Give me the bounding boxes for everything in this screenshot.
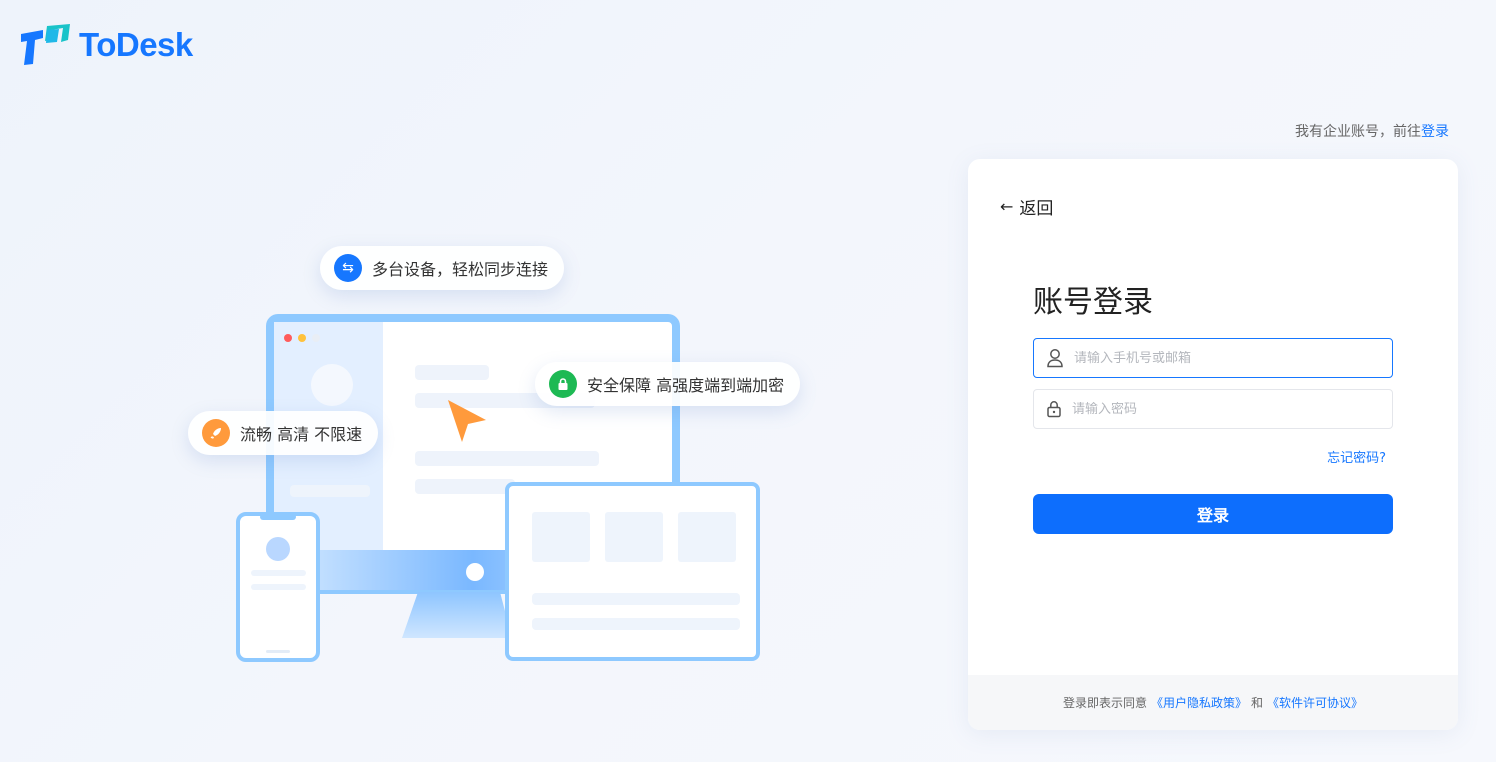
user-icon: [1047, 349, 1063, 368]
swap-arrows-icon: ⇆: [334, 254, 362, 282]
rocket-icon: [202, 419, 230, 447]
back-button[interactable]: ← 返回: [1000, 194, 1053, 219]
devices-illustration: [236, 314, 760, 662]
feature-smooth-label: 流畅 高清 不限速: [240, 425, 363, 444]
enterprise-login-text: 我有企业账号，前往: [1295, 124, 1421, 140]
password-input[interactable]: [1072, 401, 1372, 417]
brand-name: ToDesk: [79, 26, 193, 63]
todesk-logo-icon: [21, 24, 70, 65]
back-label: 返回: [1019, 199, 1054, 219]
enterprise-login-link[interactable]: 登录: [1421, 124, 1449, 140]
hero-illustration: ⇆ 多台设备，轻松同步连接 安全保障 高强度端到端加密 流畅 高清 不限速: [180, 230, 860, 680]
license-agreement-link[interactable]: 《软件许可协议》: [1267, 694, 1363, 711]
agreement-prefix: 登录即表示同意: [1062, 696, 1147, 710]
agreement-footer: 登录即表示同意 《用户隐私政策》 和 《软件许可协议》: [968, 675, 1458, 730]
enterprise-login-hint: 我有企业账号，前往登录: [1295, 121, 1449, 141]
feature-pill-smooth: 流畅 高清 不限速: [188, 411, 379, 455]
account-input[interactable]: [1074, 350, 1374, 366]
privacy-policy-link[interactable]: 《用户隐私政策》: [1151, 694, 1247, 711]
feature-sync-label: 多台设备，轻松同步连接: [372, 260, 549, 279]
forgot-password-link[interactable]: 忘记密码?: [1327, 447, 1386, 466]
agreement-and: 和: [1251, 696, 1264, 710]
login-button[interactable]: 登录: [1033, 494, 1393, 534]
feature-pill-secure: 安全保障 高强度端到端加密: [535, 362, 801, 406]
login-card: ← 返回 账号登录 忘记密码? 登录 登录即表示同意 《用户隐私政策》 和 《软…: [968, 159, 1458, 730]
feature-secure-label: 安全保障 高强度端到端加密: [587, 376, 785, 395]
account-field[interactable]: [1033, 338, 1393, 378]
arrow-left-icon: ←: [1000, 197, 1014, 216]
todesk-logo: ToDesk: [21, 24, 193, 66]
page-title: 账号登录: [1033, 285, 1153, 320]
lock-icon: [1047, 401, 1061, 418]
password-field[interactable]: [1033, 389, 1393, 429]
feature-pill-sync: ⇆ 多台设备，轻松同步连接: [320, 246, 565, 290]
lock-icon: [549, 370, 577, 398]
